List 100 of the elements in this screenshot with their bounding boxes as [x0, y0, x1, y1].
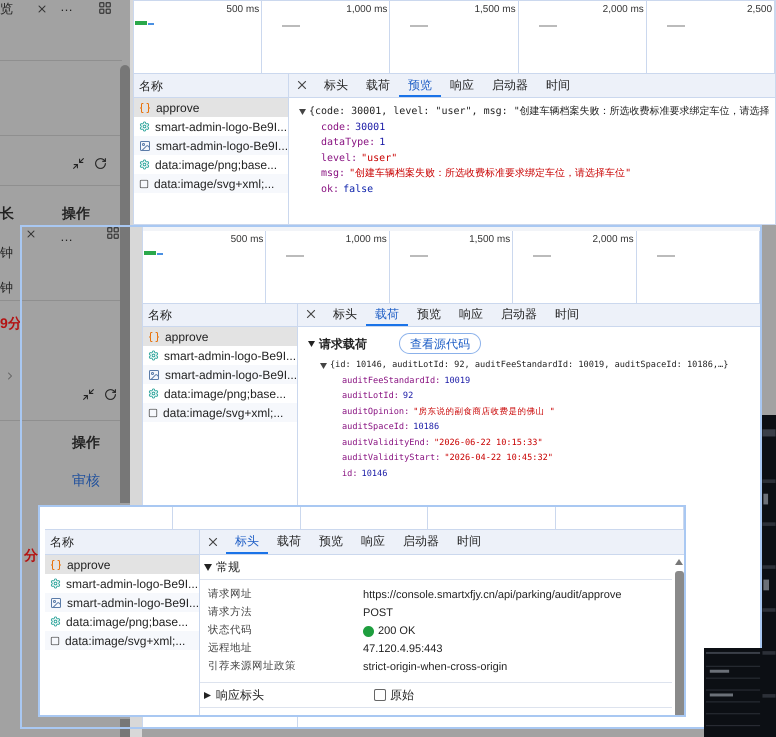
file-icon: [148, 408, 158, 418]
request-row[interactable]: smart-admin-logo-Be9I...: [134, 136, 288, 155]
gear-icon: [139, 159, 150, 170]
property-key: ok:: [321, 182, 340, 197]
close-icon[interactable]: [206, 535, 220, 549]
waterfall-bar: [135, 21, 157, 27]
request-row[interactable]: approve: [143, 327, 297, 346]
view-source-button[interactable]: 查看源代码: [399, 333, 481, 354]
section-toggle-icon[interactable]: [308, 340, 315, 346]
request-row[interactable]: approve: [45, 555, 199, 574]
image-icon: [50, 596, 62, 608]
section-toggle-icon[interactable]: [204, 692, 212, 698]
file-icon: [139, 178, 149, 188]
property-value: false: [343, 182, 374, 196]
page-text: 览: [0, 0, 13, 18]
tab[interactable]: 时间: [546, 304, 588, 326]
request-row[interactable]: data:image/svg+xml;...: [134, 174, 288, 193]
tab[interactable]: 预览: [408, 304, 450, 326]
request-row[interactable]: data:image/svg+xml;...: [143, 403, 297, 422]
tab[interactable]: 启动器: [483, 74, 537, 97]
close-icon[interactable]: [304, 307, 318, 321]
column-header[interactable]: 名称: [148, 306, 172, 324]
timeline-label: 500 ms: [226, 4, 260, 16]
header-name: 远程地址: [208, 641, 253, 656]
tab[interactable]: 时间: [537, 74, 579, 97]
header-value: strict-origin-when-cross-origin: [363, 660, 508, 675]
gear-icon: [148, 388, 159, 399]
property-value: 10186: [413, 421, 440, 434]
tab[interactable]: 时间: [448, 530, 490, 554]
property-value: 1: [379, 136, 386, 150]
page-text: …: [60, 228, 73, 246]
tab[interactable]: 启动器: [394, 530, 448, 554]
tab[interactable]: 载荷: [366, 304, 408, 326]
tab[interactable]: 响应: [450, 304, 492, 326]
property-value: "房东说的副食商店收费是的佛山 ": [413, 406, 555, 418]
page-text: 钟: [0, 279, 13, 297]
tab[interactable]: 启动器: [492, 304, 546, 326]
grid-icon[interactable]: [106, 226, 120, 240]
checkbox[interactable]: [374, 689, 386, 701]
section-title[interactable]: 请求载荷: [319, 334, 395, 352]
expand-triangle-icon[interactable]: [299, 108, 306, 115]
column-header[interactable]: 名称: [139, 76, 163, 94]
page-text: 分: [24, 546, 38, 564]
collapse-icon[interactable]: [72, 157, 85, 170]
close-icon[interactable]: [36, 3, 48, 15]
section-title[interactable]: 常规: [216, 558, 366, 576]
property-value: "user": [361, 152, 398, 166]
tab[interactable]: 标头: [324, 304, 366, 326]
page-text: …: [60, 0, 73, 16]
header-value: 47.120.4.95:443: [363, 642, 443, 657]
close-icon[interactable]: [25, 228, 37, 240]
header-value: 200 OK: [378, 624, 416, 639]
tab[interactable]: 标头: [315, 74, 357, 97]
header-name: 请求方法: [208, 605, 253, 620]
page-text: 钟: [0, 244, 13, 262]
property-key: auditValidityEnd:: [342, 436, 430, 451]
request-row[interactable]: approve: [134, 98, 288, 117]
timeline-label: 2,000 ms: [592, 234, 634, 246]
header-name: 请求网址: [208, 587, 253, 602]
property-value: 10146: [362, 468, 388, 480]
request-row[interactable]: smart-admin-logo-Be9I...: [45, 593, 199, 612]
property-value: 30001: [355, 120, 386, 134]
object-summary: {id: 10146, auditLotId: 92, auditFeeStandardId: 10019, auditSpaceId: 10186,…}: [330, 359, 728, 372]
close-icon[interactable]: [295, 78, 309, 92]
section-toggle-icon[interactable]: [204, 564, 212, 570]
scrollbar[interactable]: [120, 65, 130, 503]
tab[interactable]: 标头: [226, 530, 268, 554]
section-title[interactable]: 响应标头: [216, 686, 366, 704]
property-value: 10019: [444, 374, 470, 388]
property-key: auditSpaceId:: [342, 420, 410, 436]
scrollbar[interactable]: [675, 571, 684, 715]
header-name: 引荐来源网址政策: [208, 659, 297, 674]
tab[interactable]: 预览: [399, 74, 441, 97]
tab[interactable]: 载荷: [357, 74, 399, 97]
property-key: id:: [342, 466, 358, 482]
request-row[interactable]: data:image/svg+xml;...: [45, 631, 199, 650]
tab[interactable]: 载荷: [268, 530, 310, 554]
tab[interactable]: 响应: [352, 530, 394, 554]
expand-triangle-icon[interactable]: [320, 362, 327, 369]
refresh-icon[interactable]: [94, 157, 107, 170]
collapse-icon[interactable]: [82, 388, 95, 401]
grid-icon[interactable]: [98, 1, 112, 15]
property-key: level:: [321, 150, 358, 166]
refresh-icon[interactable]: [104, 388, 117, 401]
property-key: msg:: [321, 166, 346, 182]
property-value: "2026-06-22 10:15:33": [434, 436, 543, 450]
timeline-label: 1,500 ms: [474, 4, 516, 16]
gear-icon: [50, 616, 61, 627]
page-text: 9分: [0, 314, 22, 332]
timeline-label: 1,000 ms: [346, 4, 388, 16]
gear-icon: [50, 578, 61, 589]
request-row[interactable]: smart-admin-logo-Be9I...: [143, 365, 297, 384]
scroll-up-arrow-icon[interactable]: [675, 559, 683, 565]
property-key: auditOpinion:: [342, 404, 410, 420]
tab[interactable]: 预览: [310, 530, 352, 554]
timeline-label: 2,000 ms: [602, 4, 644, 16]
property-key: code:: [321, 120, 352, 135]
tab[interactable]: 响应: [441, 74, 483, 97]
header-value: https://console.smartxfjy.cn/api/parking/audit/approve: [363, 588, 622, 603]
column-header[interactable]: 名称: [50, 533, 74, 551]
